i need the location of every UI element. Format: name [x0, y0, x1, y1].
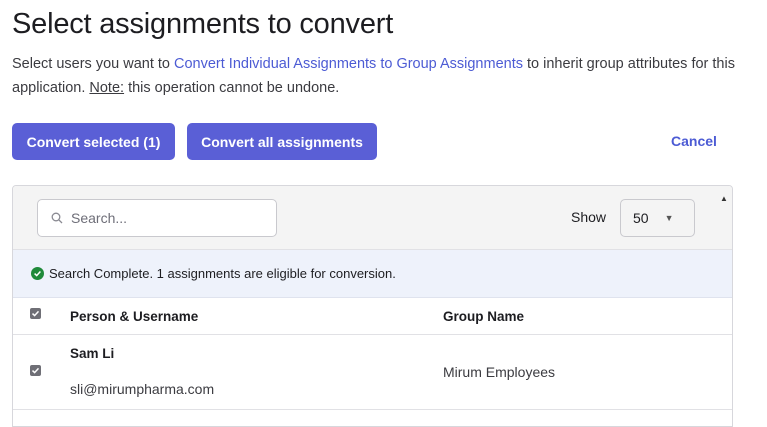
check-icon — [31, 310, 40, 317]
select-all-checkbox[interactable] — [30, 308, 41, 319]
row-checkbox[interactable] — [30, 365, 41, 376]
page-size-select[interactable]: 50 ▼ — [620, 199, 695, 237]
check-icon — [31, 367, 40, 374]
page-size-value: 50 — [633, 210, 649, 226]
column-header-group: Group Name — [443, 309, 525, 324]
status-banner: Search Complete. 1 assignments are eligi… — [13, 250, 732, 298]
convert-assignments-link[interactable]: Convert Individual Assignments to Group … — [174, 56, 523, 72]
scroll-up-arrow-icon[interactable]: ▲ — [720, 194, 728, 203]
table-row[interactable]: Sam Li sli@mirumpharma.com Mirum Employe… — [13, 335, 732, 410]
caret-down-icon: ▼ — [664, 213, 674, 223]
table-header-row: Person & Username Group Name — [13, 298, 732, 335]
description-prefix: Select users you want to — [12, 56, 174, 72]
description-suffix: this operation cannot be undone. — [124, 80, 340, 96]
table-toolbar: Show 50 ▼ ▲ — [13, 186, 732, 250]
note-label: Note: — [89, 80, 125, 96]
show-label: Show — [571, 209, 607, 225]
person-username: sli@mirumpharma.com — [70, 381, 215, 397]
search-input[interactable] — [69, 209, 263, 227]
search-icon — [51, 212, 63, 224]
convert-selected-button[interactable]: Convert selected (1) — [12, 123, 175, 160]
page-title: Select assignments to convert — [12, 8, 394, 40]
person-name: Sam Li — [70, 346, 115, 361]
page-description: Select users you want to Convert Individ… — [12, 52, 742, 100]
convert-all-button[interactable]: Convert all assignments — [187, 123, 377, 160]
column-header-person: Person & Username — [70, 309, 199, 324]
status-message: Search Complete. 1 assignments are eligi… — [49, 266, 396, 281]
cancel-button[interactable]: Cancel — [671, 133, 717, 149]
check-circle-icon — [31, 267, 44, 280]
assignments-panel: Show 50 ▼ ▲ Search Complete. 1 assignmen… — [12, 185, 733, 427]
group-name: Mirum Employees — [443, 364, 556, 380]
search-box[interactable] — [37, 199, 277, 237]
